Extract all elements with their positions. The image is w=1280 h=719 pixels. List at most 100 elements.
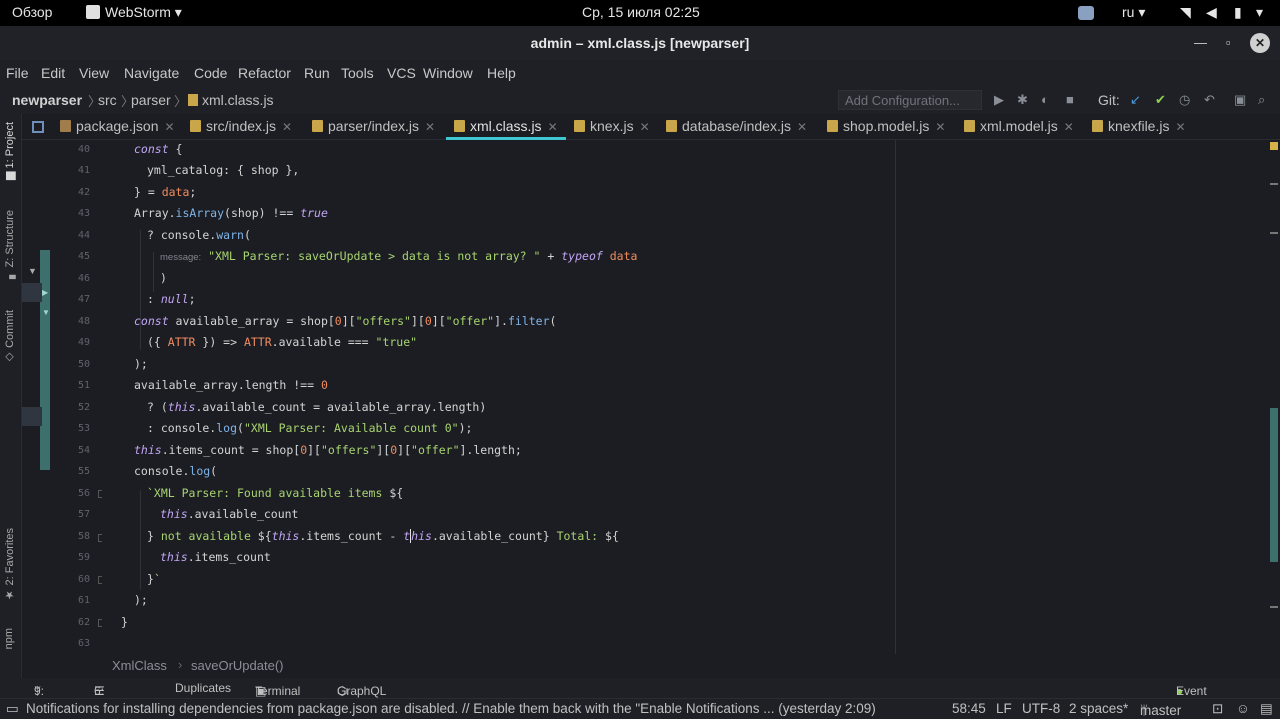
menu-tools[interactable]: Tools: [341, 65, 374, 81]
tool-npm[interactable]: npm: [3, 628, 15, 649]
language-selector[interactable]: ru ▾: [1122, 4, 1145, 21]
breadcrumb-project[interactable]: newparser: [12, 92, 82, 108]
breadcrumb-src[interactable]: src: [98, 92, 117, 108]
fold-arrow-icon[interactable]: ▼: [28, 266, 37, 276]
menu-vcs[interactable]: VCS: [387, 65, 416, 81]
tab-package-json[interactable]: package.json ✕: [60, 114, 175, 140]
code-line: }: [121, 615, 128, 629]
breadcrumb-method[interactable]: saveOrUpdate(): [191, 658, 283, 673]
tool-project[interactable]: ▆ 1: Project: [3, 122, 16, 180]
line-separator[interactable]: LF: [996, 701, 1012, 716]
line-number: 53: [77, 423, 90, 434]
coverage-icon[interactable]: ◐: [1041, 92, 1049, 107]
project-view-icon[interactable]: [32, 121, 44, 133]
minimize-button[interactable]: —: [1194, 26, 1207, 60]
commit-icon: ◇: [4, 347, 16, 364]
stop-icon[interactable]: ■: [1066, 92, 1074, 107]
tab-knexfile[interactable]: knexfile.js ✕: [1092, 114, 1186, 140]
app-name: WebStorm: [105, 4, 171, 20]
line-number: 49: [77, 337, 90, 348]
run-icon[interactable]: ▶: [994, 92, 1004, 108]
app-menu[interactable]: WebStorm ▾: [86, 4, 182, 21]
scroll-thumb[interactable]: [1270, 408, 1278, 562]
breadcrumb-file[interactable]: xml.class.js: [188, 92, 274, 108]
vcs-change-marker[interactable]: [22, 407, 42, 426]
clock[interactable]: Ср, 15 июля 02:25: [582, 4, 700, 20]
file-encoding[interactable]: UTF-8: [1022, 701, 1060, 716]
memory-icon[interactable]: ▤: [1260, 701, 1273, 717]
menu-code[interactable]: Code: [194, 65, 227, 81]
js-file-icon: [964, 120, 975, 132]
tool-duplicates[interactable]: Duplicates: [175, 681, 231, 695]
tab-close-icon[interactable]: ✕: [165, 120, 175, 134]
menu-edit[interactable]: Edit: [41, 65, 65, 81]
lock-icon[interactable]: ⊡: [1212, 701, 1223, 717]
breadcrumb-class[interactable]: XmlClass: [112, 658, 167, 673]
tab-shop-model[interactable]: shop.model.js ✕: [827, 114, 945, 140]
inspector-icon[interactable]: ☺: [1236, 701, 1250, 716]
git-commit-icon[interactable]: ✔: [1155, 92, 1166, 108]
menu-refactor[interactable]: Refactor: [238, 65, 291, 81]
breadcrumb-file-label: xml.class.js: [202, 92, 274, 108]
code-editor[interactable]: const { yml_catalog: { shop }, } = data;…: [102, 140, 1268, 654]
breadcrumb-parser[interactable]: parser: [131, 92, 171, 108]
status-message[interactable]: Notifications for installing dependencie…: [26, 701, 936, 716]
vcs-change-marker[interactable]: [22, 283, 42, 302]
tab-close-icon[interactable]: ✕: [797, 120, 807, 134]
tab-close-icon[interactable]: ✕: [282, 120, 292, 134]
tool-commit-label: Commit: [4, 310, 16, 348]
activities-button[interactable]: Обзор: [12, 4, 52, 20]
tab-close-icon[interactable]: ✕: [1175, 120, 1185, 134]
git-update-icon[interactable]: ↙: [1130, 92, 1141, 108]
tab-close-icon[interactable]: ✕: [935, 120, 945, 134]
tab-close-icon[interactable]: ✕: [548, 120, 558, 134]
maximize-button[interactable]: ▫: [1226, 26, 1231, 60]
tab-src-index[interactable]: src/index.js ✕: [190, 114, 292, 140]
caret-position[interactable]: 58:45: [952, 701, 986, 716]
tab-label: database/index.js: [682, 118, 791, 134]
navigation-bar: newparser 〉 src 〉 parser 〉 xml.class.js …: [0, 86, 1280, 114]
system-top-bar: Обзор WebStorm ▾ Ср, 15 июля 02:25 ru ▾ …: [0, 0, 1280, 26]
debug-icon[interactable]: ✱: [1017, 92, 1028, 108]
menu-navigate[interactable]: Navigate: [124, 65, 179, 81]
webstorm-icon: [86, 5, 100, 19]
menu-help[interactable]: Help: [487, 65, 516, 81]
system-menu-icon[interactable]: ▾: [1256, 4, 1263, 21]
tab-knex[interactable]: knex.js ✕: [574, 114, 650, 140]
editor-scrollbar[interactable]: [1268, 140, 1280, 654]
menu-window[interactable]: Window: [423, 65, 473, 81]
tool-structure[interactable]: ▖ Z: Structure: [3, 210, 16, 279]
git-history-icon[interactable]: ◷: [1179, 92, 1190, 108]
line-number: 63: [77, 638, 90, 649]
volume-icon[interactable]: ◀: [1206, 4, 1217, 21]
tool-favorites[interactable]: ★ 2: Favorites: [3, 528, 16, 602]
language-label: ru: [1122, 4, 1135, 20]
tab-database-index[interactable]: database/index.js ✕: [666, 114, 807, 140]
battery-icon[interactable]: ▮: [1234, 4, 1242, 21]
tab-close-icon[interactable]: ✕: [425, 120, 435, 134]
search-icon[interactable]: ⌕: [1258, 92, 1265, 108]
add-configuration-button[interactable]: Add Configuration...: [838, 90, 982, 110]
fold-arrow-icon[interactable]: ▶: [42, 288, 48, 297]
indent-setting[interactable]: 2 spaces*: [1069, 701, 1128, 716]
fold-arrow-icon[interactable]: ▼: [42, 308, 50, 317]
git-rollback-icon[interactable]: ↶: [1204, 92, 1215, 108]
tool-commit[interactable]: ◇ Commit: [3, 310, 16, 364]
presentation-icon[interactable]: ▣: [1234, 92, 1246, 108]
menu-run[interactable]: Run: [304, 65, 330, 81]
js-file-icon: [574, 120, 585, 132]
tab-close-icon[interactable]: ✕: [640, 120, 650, 134]
wifi-icon[interactable]: ◥: [1180, 4, 1191, 21]
tab-xml-model[interactable]: xml.model.js ✕: [964, 114, 1074, 140]
tool-structure-label: Z: Structure: [4, 210, 16, 268]
status-panel-icon[interactable]: ▭: [6, 701, 19, 717]
json-file-icon: [60, 120, 71, 132]
close-button[interactable]: ✕: [1250, 33, 1270, 53]
line-number: 43: [77, 208, 90, 219]
menu-view[interactable]: View: [79, 65, 109, 81]
tab-xml-class[interactable]: xml.class.js ✕: [446, 114, 566, 140]
menu-file[interactable]: File: [6, 65, 29, 81]
notification-icon[interactable]: [1078, 6, 1094, 20]
tab-parser-index[interactable]: parser/index.js ✕: [312, 114, 435, 140]
tab-close-icon[interactable]: ✕: [1064, 120, 1074, 134]
